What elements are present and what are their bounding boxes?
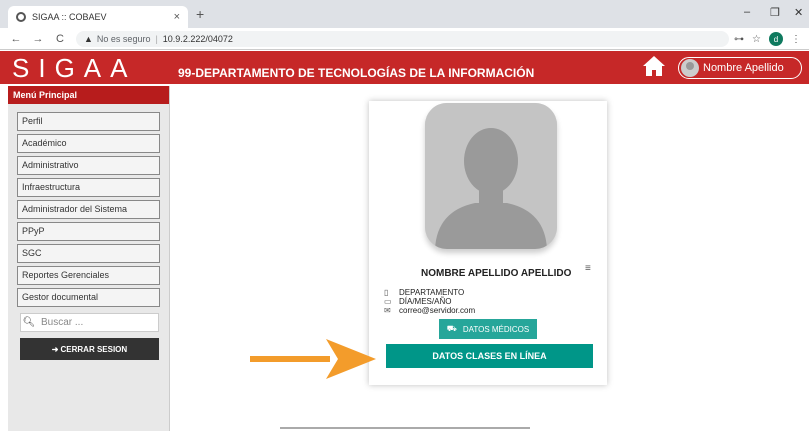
search-box[interactable]: 🔍︎ Buscar ...: [20, 313, 159, 332]
sidebar-item-reportes[interactable]: Reportes Gerenciales: [17, 266, 160, 285]
avatar-silhouette-icon: [425, 103, 557, 249]
footer-divider: [280, 427, 530, 429]
forward-icon[interactable]: →: [32, 33, 44, 45]
warning-icon: ▲: [84, 33, 93, 44]
sidebar-item-academico[interactable]: Académico: [17, 134, 160, 153]
sidebar-item-administrativo[interactable]: Administrativo: [17, 156, 160, 175]
user-avatar-icon: [681, 59, 699, 77]
logout-icon: ➜: [51, 344, 59, 354]
profile-card: NOMBRE APELLIDO APELLIDO ≡ ▯ DEPARTAMENT…: [369, 101, 607, 385]
date-row: ▭ DÍA/MES/AÑO: [384, 297, 451, 306]
user-name: Nombre Apellido: [703, 62, 784, 74]
medical-button-label: DATOS MÉDICOS: [462, 324, 530, 334]
main-menu-heading: Menú Principal: [8, 86, 169, 104]
key-icon[interactable]: ⊶: [734, 34, 744, 45]
sidebar-item-gestor[interactable]: Gestor documental: [17, 288, 160, 307]
address-bar: ← → C ▲ No es seguro | 10.9.2.222/04072 …: [0, 28, 809, 50]
sidebar-item-sgc[interactable]: SGC: [17, 244, 160, 263]
profile-name: NOMBRE APELLIDO APELLIDO: [421, 268, 572, 279]
department-value: DEPARTAMENTO: [399, 288, 465, 297]
logout-button[interactable]: ➜ CERRAR SESION: [20, 338, 159, 360]
search-icon: 🔍︎: [22, 317, 36, 328]
email-row: ✉ correo@servidor.com: [384, 306, 475, 315]
bookmark-icon: ▯: [384, 288, 389, 297]
browser-tab[interactable]: SIGAA :: COBAEV ×: [8, 6, 188, 28]
app-logo[interactable]: SIGAA: [12, 53, 136, 84]
envelope-icon: ✉: [384, 306, 391, 315]
user-menu[interactable]: Nombre Apellido: [678, 57, 802, 79]
reload-icon[interactable]: C: [54, 33, 66, 45]
site-favicon-icon: [16, 12, 26, 22]
app-header: SIGAA 99-DEPARTAMENTO DE TECNOLOGÍAS DE …: [0, 51, 809, 84]
profile-photo: [425, 103, 557, 249]
card-menu-icon[interactable]: ≡: [585, 263, 591, 274]
browser-tab-bar: SIGAA :: COBAEV × + – ❐ ✕: [0, 0, 809, 28]
restore-icon[interactable]: ❐: [770, 6, 780, 19]
tab-close-button[interactable]: ×: [174, 11, 180, 23]
new-tab-button[interactable]: +: [196, 6, 204, 22]
sidebar: Menú Principal Perfil Académico Administ…: [8, 86, 170, 431]
sidebar-item-perfil[interactable]: Perfil: [17, 112, 160, 131]
date-value: DÍA/MES/AÑO: [399, 297, 452, 306]
minimize-icon[interactable]: –: [744, 6, 750, 18]
search-input[interactable]: Buscar ...: [41, 317, 83, 328]
sidebar-item-ppyp[interactable]: PPyP: [17, 222, 160, 241]
online-classes-button[interactable]: DATOS CLASES EN LÍNEA: [386, 344, 593, 368]
tab-title: SIGAA :: COBAEV: [32, 12, 107, 22]
url-text: 10.9.2.222/04072: [162, 33, 233, 44]
close-window-icon[interactable]: ✕: [794, 6, 803, 19]
ambulance-icon: ⛟: [446, 324, 457, 333]
not-secure-label: No es seguro: [96, 33, 151, 44]
url-field[interactable]: ▲ No es seguro | 10.9.2.222/04072: [76, 30, 729, 47]
home-icon[interactable]: [642, 55, 666, 77]
department-title: 99-DEPARTAMENTO DE TECNOLOGÍAS DE LA INF…: [178, 66, 535, 80]
medical-data-button[interactable]: ⛟ DATOS MÉDICOS: [439, 319, 537, 339]
back-icon[interactable]: ←: [10, 33, 22, 45]
arrow-pointer-icon: [250, 339, 376, 379]
logout-label: CERRAR SESION: [60, 344, 128, 354]
calendar-icon: ▭: [384, 297, 392, 306]
sidebar-item-infraestructura[interactable]: Infraestructura: [17, 178, 160, 197]
star-icon[interactable]: ☆: [752, 34, 761, 45]
email-value: correo@servidor.com: [399, 306, 476, 315]
profile-avatar[interactable]: d: [769, 32, 783, 46]
department-row: ▯ DEPARTAMENTO: [384, 288, 464, 297]
more-menu-icon[interactable]: ⋮: [791, 34, 801, 45]
sidebar-item-admin-sistema[interactable]: Administrador del Sistema: [17, 200, 160, 219]
